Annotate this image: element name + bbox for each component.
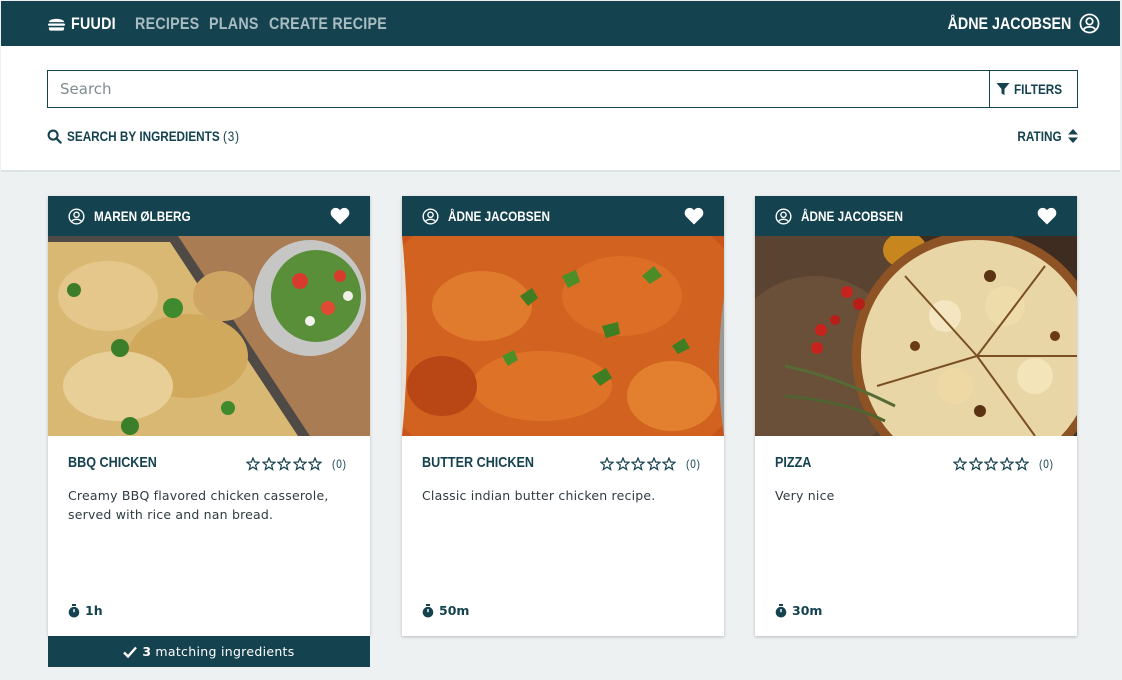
card-header: MAREN ØLBERG [48, 196, 370, 236]
cook-time: 1h [68, 603, 103, 618]
recipe-card[interactable]: MAREN ØLBERG BBQ CHICKEN (0) Creamy BBQ … [48, 196, 370, 636]
search-panel: FILTERS SEARCH BY INGREDIENTS (3) RATING [1, 46, 1120, 172]
star-outline-icon[interactable] [615, 457, 630, 471]
top-navbar: FUUDI RECIPES PLANS CREATE RECIPE ÅDNE J… [1, 1, 1120, 46]
user-circle-icon [775, 207, 792, 225]
heart-icon[interactable] [330, 207, 350, 225]
star-rating[interactable] [600, 457, 678, 471]
recipe-image[interactable] [755, 236, 1077, 436]
nav-plans[interactable]: PLANS [209, 1, 268, 46]
user-circle-icon [422, 207, 439, 225]
nav-create-recipe-label: CREATE RECIPE [269, 13, 388, 33]
nav-plans-label: PLANS [209, 13, 259, 33]
stopwatch-icon [68, 603, 80, 617]
nav-create-recipe[interactable]: CREATE RECIPE [269, 1, 410, 46]
card-author[interactable]: MAREN ØLBERG [68, 196, 209, 236]
star-outline-icon[interactable] [600, 457, 614, 471]
search-input[interactable] [48, 71, 989, 107]
sort-icon [1068, 129, 1078, 143]
user-name: ÅDNE JACOBSEN [947, 13, 1071, 33]
recipe-image[interactable] [402, 236, 724, 436]
recipe-description: Creamy BBQ flavored chicken casserole, s… [68, 488, 329, 522]
star-outline-icon[interactable] [984, 457, 998, 471]
star-outline-icon[interactable] [646, 457, 661, 471]
burger-icon [47, 18, 66, 31]
card-author-name: ÅDNE JACOBSEN [801, 208, 903, 224]
card-body: PIZZA (0) Very nice 30m [755, 436, 1077, 636]
rating-count: (0) [1039, 457, 1054, 471]
matching-ingredients-bar[interactable]: 3 matching ingredients [48, 636, 370, 667]
star-outline-icon[interactable] [261, 457, 276, 471]
card-author[interactable]: ÅDNE JACOBSEN [775, 196, 922, 236]
recipe-card[interactable]: ÅDNE JACOBSEN PIZZA (0) Very nice 30m [755, 196, 1077, 636]
cook-time-value: 30m [792, 603, 823, 618]
recipe-title[interactable]: PIZZA [775, 454, 811, 471]
user-menu[interactable]: ÅDNE JACOBSEN [924, 1, 1100, 46]
nav-recipes[interactable]: RECIPES [135, 1, 212, 46]
cook-time: 50m [422, 603, 469, 618]
star-outline-icon[interactable] [246, 457, 260, 471]
recipe-title[interactable]: BUTTER CHICKEN [422, 454, 534, 471]
matching-label: matching ingredients [155, 644, 295, 659]
cook-time: 30m [775, 603, 822, 618]
sort-label: RATING [1017, 128, 1062, 144]
matching-count: 3 [142, 644, 152, 659]
recipe-card[interactable]: ÅDNE JACOBSEN BUTTER CHICKEN (0) Classic… [402, 196, 724, 636]
card-author-name: MAREN ØLBERG [94, 208, 191, 224]
search-icon [47, 129, 62, 144]
rating-count: (0) [686, 457, 701, 471]
sort-by-rating[interactable]: RATING [1009, 126, 1078, 146]
rating-count: (0) [332, 457, 347, 471]
nav-recipes-label: RECIPES [135, 13, 200, 33]
ingredients-count: (3) [222, 128, 240, 144]
star-outline-icon[interactable] [999, 457, 1014, 471]
filters-label: FILTERS [1013, 81, 1062, 97]
card-body: BBQ CHICKEN (0) Creamy BBQ flavored chic… [48, 436, 370, 636]
card-header: ÅDNE JACOBSEN [755, 196, 1077, 236]
star-rating[interactable] [246, 457, 324, 471]
heart-icon[interactable] [1037, 207, 1057, 225]
star-outline-icon[interactable] [662, 457, 676, 471]
star-outline-icon[interactable] [1015, 457, 1029, 471]
star-rating[interactable] [953, 457, 1031, 471]
heart-icon[interactable] [684, 207, 704, 225]
user-circle-icon [68, 207, 85, 225]
card-author[interactable]: ÅDNE JACOBSEN [422, 196, 569, 236]
star-outline-icon[interactable] [292, 457, 307, 471]
card-body: BUTTER CHICKEN (0) Classic indian butter… [402, 436, 724, 636]
stopwatch-icon [775, 603, 787, 617]
filters-button[interactable]: FILTERS [989, 70, 1078, 108]
card-header: ÅDNE JACOBSEN [402, 196, 724, 236]
recipe-image[interactable] [48, 236, 370, 436]
star-outline-icon[interactable] [308, 457, 322, 471]
stopwatch-icon [422, 603, 434, 617]
card-author-name: ÅDNE JACOBSEN [448, 208, 550, 224]
cook-time-value: 50m [439, 603, 470, 618]
star-outline-icon[interactable] [277, 457, 291, 471]
search-by-ingredients-label: SEARCH BY INGREDIENTS (3) [67, 128, 240, 144]
recipe-description: Very nice [775, 488, 835, 503]
star-outline-icon[interactable] [953, 457, 967, 471]
star-outline-icon[interactable] [631, 457, 645, 471]
search-by-ingredients-toggle[interactable]: SEARCH BY INGREDIENTS (3) [47, 126, 273, 146]
check-icon [123, 646, 138, 658]
search-box [47, 70, 990, 108]
cook-time-value: 1h [85, 603, 103, 618]
brand-name: FUUDI [71, 13, 116, 33]
recipe-description: Classic indian butter chicken recipe. [422, 488, 656, 503]
filter-icon [996, 83, 1010, 95]
user-circle-icon [1079, 13, 1100, 34]
star-outline-icon[interactable] [968, 457, 983, 471]
recipe-title[interactable]: BBQ CHICKEN [68, 454, 157, 471]
brand-logo[interactable]: FUUDI [47, 1, 124, 46]
